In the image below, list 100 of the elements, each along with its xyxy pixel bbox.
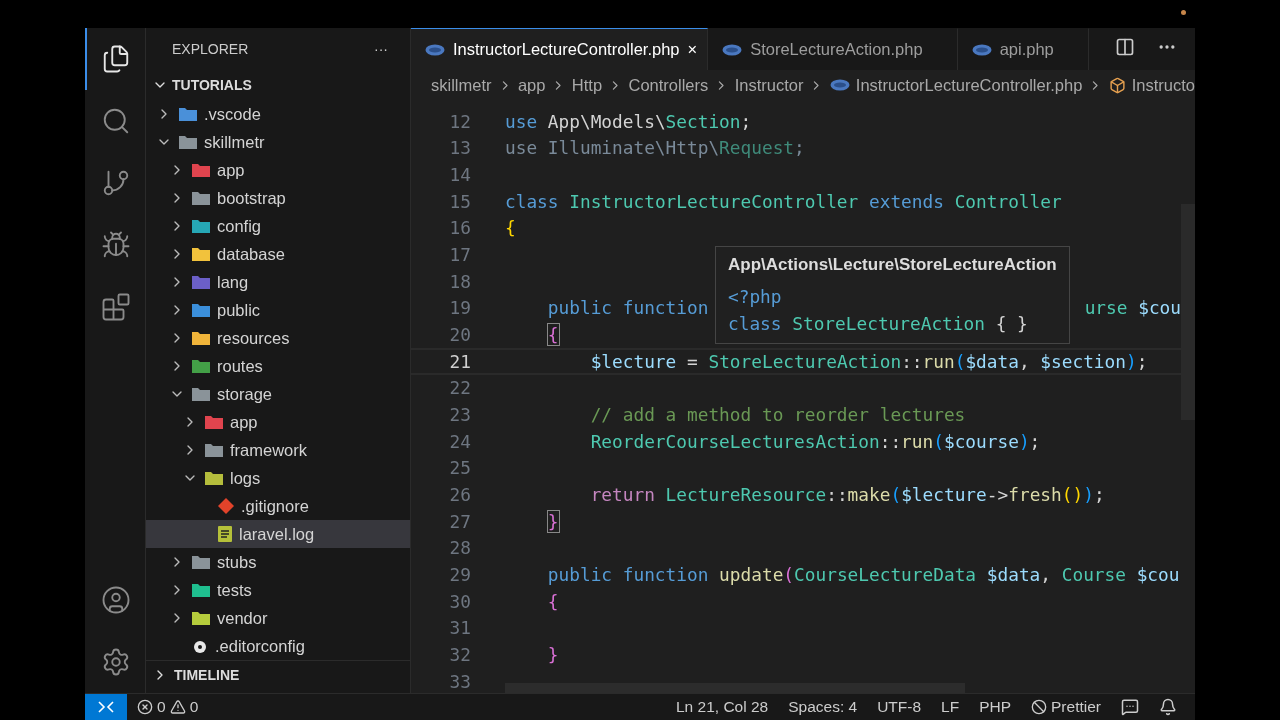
tree-item[interactable]: stubs [146, 548, 410, 576]
tree-item[interactable]: public [146, 296, 410, 324]
editor-tab[interactable]: InstructorLectureController.php × [411, 28, 709, 70]
code-line: { [505, 217, 516, 239]
status-item[interactable]: LF [931, 698, 970, 716]
breadcrumb-item[interactable]: InstructorLectureController.php [829, 75, 1083, 95]
folder-icon [191, 610, 211, 626]
breadcrumb-item[interactable]: Instructo [1108, 75, 1195, 95]
tree-item[interactable]: bootstrap [146, 184, 410, 212]
breadcrumb-item[interactable]: app [517, 75, 546, 95]
line-number: 23 [448, 404, 471, 426]
hover-popup: App\Actions\Lecture\StoreLectureAction <?php class StoreLectureAction { } [715, 246, 1070, 344]
tree-item[interactable]: storage [146, 380, 410, 408]
line-number: 18 [448, 270, 471, 292]
tree-item[interactable]: config [146, 212, 410, 240]
dot-icon [1181, 10, 1186, 15]
line-number: 14 [448, 164, 471, 186]
code-line: return LectureResource::make($lecture->fresh()); [589, 484, 1105, 505]
tree-item[interactable]: lang [146, 268, 410, 296]
prettier-button[interactable]: Prettier [1021, 698, 1111, 716]
line-number: 20 [448, 324, 471, 346]
class-icon [1108, 76, 1126, 94]
code-line: // add a method to reorder lectures [589, 404, 966, 426]
status-item[interactable]: PHP [969, 698, 1022, 716]
workspace-header[interactable]: TUTORIALS [146, 70, 410, 100]
folder-icon [191, 246, 211, 262]
sidebar-title: EXPLORER [172, 41, 249, 57]
folder-icon [191, 302, 211, 318]
line-number: 28 [448, 537, 471, 559]
document-icon [217, 525, 233, 543]
status-item[interactable]: Spaces: 4 [778, 698, 868, 716]
folder-icon [191, 554, 211, 570]
code-line: class InstructorLectureController extends Controller [505, 190, 1062, 212]
line-number: 15 [448, 190, 471, 212]
tree-item[interactable]: routes [146, 352, 410, 380]
problems-button[interactable]: 0 0 [127, 698, 209, 716]
line-number: 19 [448, 297, 471, 319]
tree-item[interactable]: laravel.log [146, 520, 410, 548]
line-number: 29 [448, 564, 471, 585]
code-line: ReorderCourseLecturesAction::run($course); [589, 430, 1041, 452]
warning-icon [169, 699, 186, 715]
tree-item[interactable]: app [146, 156, 410, 184]
tree-item[interactable]: database [146, 240, 410, 268]
status-item[interactable]: UTF-8 [867, 698, 932, 716]
folder-icon [191, 582, 211, 598]
code-line: { [546, 590, 559, 612]
line-number: 13 [448, 137, 471, 159]
tree-item[interactable]: .gitignore [146, 492, 410, 520]
code-line: } [546, 510, 559, 532]
folder-icon [191, 162, 211, 178]
line-number: 17 [448, 244, 471, 266]
line-number: 27 [448, 510, 471, 532]
folder-icon [191, 218, 211, 234]
code-line: } [546, 643, 559, 665]
prohibited-icon [1031, 699, 1048, 715]
php-icon [722, 43, 743, 56]
line-number: 26 [448, 484, 471, 505]
code-line: use Illuminate\Http\Request; [505, 137, 805, 159]
tree-item[interactable]: app [146, 408, 410, 436]
line-number: 12 [448, 110, 471, 132]
folder-icon [191, 330, 211, 346]
code-line: use App\Models\Section; [505, 110, 752, 132]
more-button[interactable]: ··· [374, 41, 388, 57]
line-number: 31 [448, 617, 471, 639]
breadcrumb-item[interactable]: skillmetr [431, 75, 492, 95]
breadcrumb-item[interactable]: Controllers [628, 75, 709, 95]
line-number: 30 [448, 590, 471, 612]
tree-item[interactable]: skillmetr [146, 128, 410, 156]
tree-item[interactable]: vendor [146, 604, 410, 632]
folder-icon [191, 190, 211, 206]
tree-item[interactable]: .editorconfig [146, 632, 410, 660]
error-icon [137, 699, 153, 715]
folder-icon [191, 358, 211, 374]
code-line: public function [546, 297, 709, 319]
breadcrumb-item[interactable]: Http [571, 75, 603, 95]
code-line: $lecture = StoreLectureAction::run($data, $section); [589, 350, 1148, 372]
folder-icon [204, 442, 224, 458]
tree-item[interactable]: .vscode [146, 100, 410, 128]
tree-item[interactable]: resources [146, 324, 410, 352]
line-number: 32 [448, 643, 471, 665]
tree-item[interactable]: framework [146, 436, 410, 464]
line-number: 16 [448, 217, 471, 239]
php-icon [829, 79, 850, 91]
scrollbar[interactable] [1181, 204, 1195, 420]
breadcrumb-item[interactable]: Instructor [734, 75, 804, 95]
code-line: { [546, 324, 559, 346]
folder-icon [191, 386, 211, 402]
remote-button[interactable] [85, 694, 127, 720]
tree-item[interactable]: tests [146, 576, 410, 604]
folder-icon [178, 134, 198, 150]
close-button[interactable]: × [687, 40, 698, 59]
line-number: 24 [448, 430, 471, 452]
status-item[interactable]: Ln 21, Col 28 [666, 698, 779, 716]
php-icon [425, 43, 445, 56]
tree-item[interactable]: logs [146, 464, 410, 492]
diamond-icon [217, 497, 235, 515]
warning-count: 0 [189, 698, 199, 716]
line-number: 21 [448, 350, 471, 372]
folder-icon [191, 274, 211, 290]
folder-icon [204, 470, 224, 486]
